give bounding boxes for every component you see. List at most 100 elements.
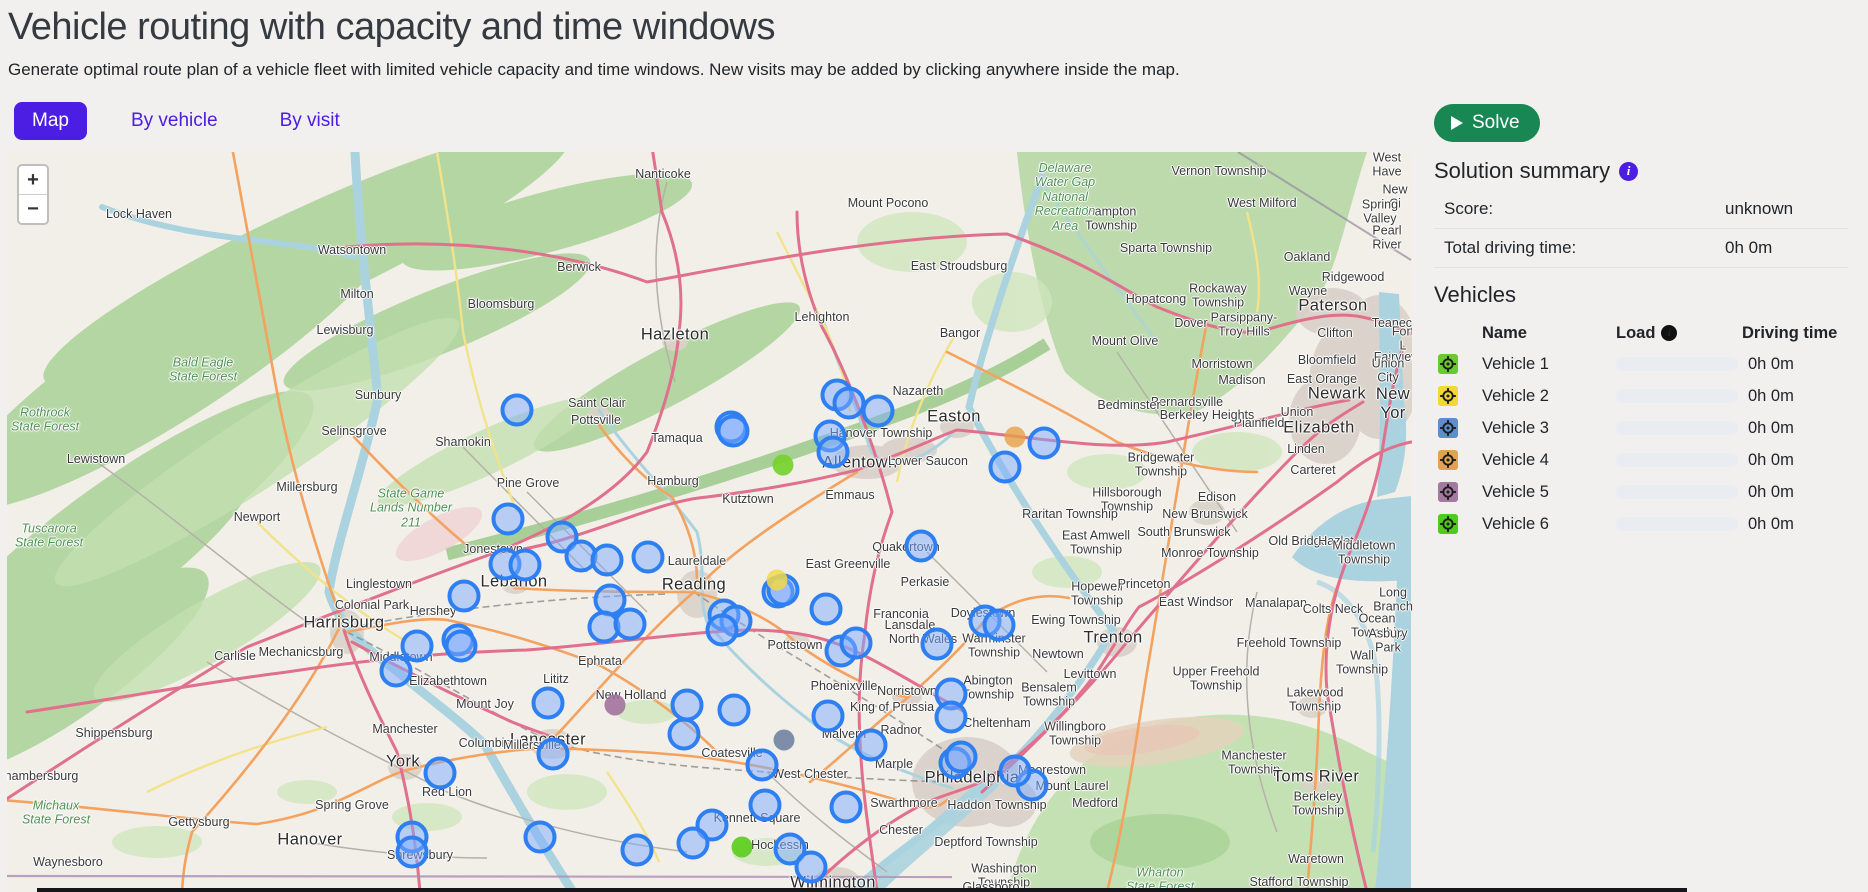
visit-marker[interactable] — [830, 791, 863, 824]
visit-marker[interactable] — [591, 544, 624, 577]
visit-marker[interactable] — [396, 836, 429, 869]
map-label: Pottstown — [768, 638, 823, 652]
visit-marker[interactable] — [810, 593, 843, 626]
visit-marker[interactable] — [999, 755, 1032, 788]
map-label: York — [386, 753, 420, 772]
zoom-in-button[interactable]: + — [19, 166, 47, 195]
visit-marker[interactable] — [717, 415, 750, 448]
visit-marker[interactable] — [621, 834, 654, 867]
solution-summary-heading: Solution summary i — [1434, 158, 1848, 184]
vehicle-depot-marker[interactable] — [1005, 427, 1026, 448]
visit-marker[interactable] — [424, 757, 457, 790]
map-label: Laureldale — [668, 554, 726, 568]
map-label: Berwick — [557, 260, 601, 274]
visit-marker[interactable] — [509, 549, 542, 582]
side-panel: Solve Solution summary i Score:unknownTo… — [1434, 104, 1848, 540]
load-info-icon[interactable]: i — [1661, 325, 1677, 341]
map-label: Lewistown — [67, 452, 125, 466]
visit-marker[interactable] — [706, 614, 739, 647]
visit-marker[interactable] — [935, 701, 968, 734]
map-label: Union City — [1372, 357, 1405, 386]
vehicle-depot-marker[interactable] — [732, 837, 753, 858]
vehicle-load-bar — [1616, 453, 1738, 467]
map-label: Carlisle — [214, 649, 256, 663]
vehicle-depot-marker[interactable] — [767, 570, 788, 591]
visit-marker[interactable] — [989, 451, 1022, 484]
summary-value: unknown — [1725, 199, 1793, 219]
map-label: Norristown — [877, 684, 937, 698]
page-subtitle: Generate optimal route plan of a vehicle… — [8, 60, 1180, 80]
map-label: Abington Township — [962, 674, 1014, 703]
vehicle-crosshair-icon — [1438, 418, 1458, 438]
info-icon[interactable]: i — [1619, 162, 1638, 181]
visit-marker[interactable] — [749, 789, 782, 822]
visit-marker[interactable] — [833, 387, 866, 420]
map-canvas[interactable]: Lock HavenWatsontownMiltonLewisburgSunbu… — [7, 152, 1412, 892]
visit-marker[interactable] — [840, 627, 873, 660]
visit-marker[interactable] — [718, 694, 751, 727]
tab-by-visit[interactable]: By visit — [262, 102, 358, 140]
visit-marker[interactable] — [448, 580, 481, 613]
visit-marker[interactable] — [532, 687, 565, 720]
bottom-bar — [37, 888, 1687, 892]
map-label: Upper Freehold Township — [1173, 665, 1260, 694]
visit-marker[interactable] — [668, 718, 701, 751]
map-label: Trenton — [1083, 629, 1142, 648]
map-label: Rothrock State Forest — [11, 406, 79, 435]
vehicle-depot-marker[interactable] — [774, 730, 795, 751]
visit-marker[interactable] — [632, 541, 665, 574]
map-label: Selinsgrove — [321, 424, 386, 438]
vehicle-row: Vehicle 20h 0m — [1434, 380, 1848, 412]
visit-marker[interactable] — [537, 738, 570, 771]
visit-marker[interactable] — [614, 608, 647, 641]
visit-marker[interactable] — [905, 530, 938, 563]
visit-marker[interactable] — [983, 609, 1016, 642]
visit-marker[interactable] — [492, 503, 525, 536]
visit-marker[interactable] — [524, 821, 557, 854]
map-label: Sparta Township — [1120, 241, 1212, 255]
map-label: Phoenixville — [811, 679, 878, 693]
visit-marker[interactable] — [945, 741, 978, 774]
visit-marker[interactable] — [445, 630, 478, 663]
visit-marker[interactable] — [795, 851, 828, 884]
vehicle-depot-marker[interactable] — [773, 455, 794, 476]
map-label: Lehighton — [795, 310, 850, 324]
visit-marker[interactable] — [921, 628, 954, 661]
map-label: Bloomfield — [1298, 353, 1356, 367]
visit-marker[interactable] — [380, 655, 413, 688]
visit-marker[interactable] — [671, 689, 704, 722]
vehicle-depot-marker[interactable] — [605, 695, 626, 716]
map-label: East Greenville — [806, 557, 891, 571]
col-load: Load i — [1616, 324, 1677, 343]
tab-map[interactable]: Map — [14, 102, 87, 140]
map-label: Newtown — [1032, 647, 1083, 661]
solve-button[interactable]: Solve — [1434, 104, 1540, 142]
map-label: West Chester — [772, 767, 848, 781]
visit-marker[interactable] — [677, 827, 710, 860]
visit-marker[interactable] — [812, 700, 845, 733]
vehicles-heading: Vehicles — [1434, 282, 1848, 308]
col-load-label: Load — [1616, 324, 1655, 343]
map-label: Princeton — [1118, 577, 1171, 591]
visit-marker[interactable] — [817, 436, 850, 469]
visit-marker[interactable] — [1028, 427, 1061, 460]
map-label: Mechanicsburg — [259, 645, 344, 659]
map-label: Deptford Township — [934, 835, 1037, 849]
map-label: Bedminster — [1097, 398, 1160, 412]
visit-marker[interactable] — [862, 395, 895, 428]
map-label: Newport — [234, 510, 281, 524]
visit-marker[interactable] — [746, 749, 779, 782]
map-label: Ephrata — [578, 654, 622, 668]
vehicle-crosshair-icon — [1438, 514, 1458, 534]
map-label: Monroe Township — [1161, 546, 1259, 560]
visit-marker[interactable] — [855, 729, 888, 762]
map-label: Madison — [1218, 373, 1265, 387]
summary-value: 0h 0m — [1725, 238, 1772, 258]
tab-by-vehicle[interactable]: By vehicle — [113, 102, 236, 140]
map-label: New Yor — [1376, 385, 1410, 423]
map-label: Mount Joy — [456, 697, 514, 711]
visit-marker[interactable] — [501, 394, 534, 427]
vehicle-name: Vehicle 1 — [1482, 355, 1549, 374]
zoom-out-button[interactable]: − — [19, 195, 47, 223]
map-label: Sunbury — [355, 388, 402, 402]
